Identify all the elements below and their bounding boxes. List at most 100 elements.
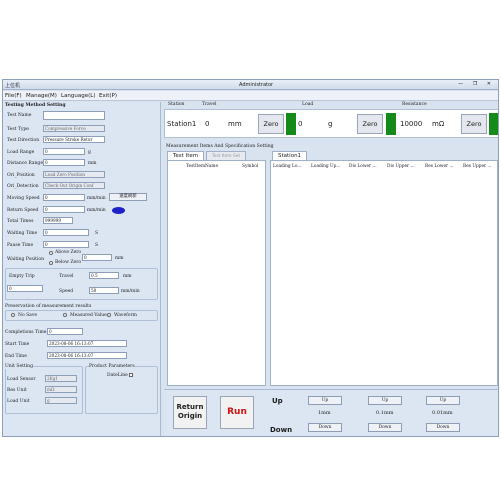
moving-speed-input[interactable]: 0 [43,194,85,201]
tab-station1[interactable]: Station1 [272,151,308,160]
speed-input[interactable]: 50 [89,287,119,294]
step-0.1mm-label: 0.1mm [376,410,394,416]
control-bar: Return Origin Run Up Down Up 1mm Down Up… [164,389,498,436]
load-zero-button[interactable]: Zero [357,114,383,134]
station-header: Station Travel Load Resistance [164,102,498,108]
down-label: Down [270,426,293,434]
waveform-label: Waveform [114,313,137,318]
menu-file[interactable]: File(F) [5,93,22,99]
above-zero-label: Above Zero [55,250,82,255]
tab-test-item-set[interactable]: Test Item Set [206,151,247,160]
waveform-radio[interactable] [107,313,111,317]
step-1mm-label: 1mm [318,410,331,416]
test-type-select[interactable]: Compressive Force [43,125,105,132]
distance-range-input[interactable]: 0 [43,159,85,166]
measured-value-radio[interactable] [63,313,67,317]
travel-label: Travel [59,274,74,279]
menu-manage[interactable]: Manage(M) [26,93,57,99]
window-controls[interactable]: — ❐ ✕ [458,81,495,87]
test-item-list: TestItemName Symbol [167,160,266,386]
travel-unit: mm [123,274,132,279]
pause-time-label: Pause Time [7,243,34,248]
col-res-upper: Res Upper ... [463,164,492,169]
section-title: Testing Method Setting [5,103,66,108]
jog-down-0.1mm-button[interactable]: Down [368,423,402,432]
load-value: 0 [298,120,303,128]
load-range-label: Load Range [7,150,35,155]
start-time-input[interactable]: 2023-08-06 16:13:07 [47,340,127,347]
jog-up-1mm-button[interactable]: Up [308,396,342,405]
window-title: Administrator [239,82,274,88]
main-window: 上位机 Administrator — ❐ ✕ File(F) Manage(M… [2,79,499,437]
empty-trip-input[interactable]: 0 [7,285,43,292]
load-status-indicator [386,113,396,135]
test-name-input[interactable] [43,111,105,120]
return-origin-button[interactable]: Return Origin [173,396,207,429]
distance-range-label: Distance Range [7,161,43,166]
header-load: Load [302,102,314,107]
waiting-position-input[interactable]: 0 [82,254,112,261]
speed-label: Speed [59,289,74,294]
menu-language[interactable]: Language(L) [61,93,96,99]
ori-position-label: Ori_Position [7,173,35,178]
refresh-speed-button[interactable]: 速度刷新 [109,193,147,201]
start-time-label: Start Time [5,342,30,347]
resistance-status-indicator [489,113,498,135]
res-unit-label: Res Unit [7,388,27,393]
test-direction-select[interactable]: Pressure Stroke Retur [43,136,105,143]
waiting-time-input[interactable]: 0 [43,229,89,236]
pause-time-unit: S [95,243,99,248]
above-zero-radio[interactable] [49,251,53,255]
resistance-zero-button[interactable]: Zero [461,114,487,134]
distance-range-unit: mm [88,161,97,166]
ori-position-select[interactable]: Load Zero Position [43,171,105,178]
measurement-section-title: Measurement Items And Specification Sett… [166,144,274,149]
below-zero-radio[interactable] [49,261,53,265]
unit-setting-title: Unit Setting [5,364,33,369]
blue-indicator-knob[interactable] [112,207,125,214]
jog-down-0.01mm-button[interactable]: Down [426,423,460,432]
col-symbol: Symbol [242,164,259,169]
run-button[interactable]: Run [220,396,254,429]
preservation-title: Preservation of measurement results [5,304,92,309]
jog-down-1mm-button[interactable]: Down [308,423,342,432]
title-bar: 上位机 Administrator — ❐ ✕ [3,80,498,90]
load-unit: g [328,120,333,128]
load-sensor-select[interactable]: 2Kgf [45,375,77,382]
resistance-unit: mΩ [432,120,445,128]
test-type-label: Test Type [7,127,29,132]
col-res-lower: Res Lower ... [425,164,454,169]
no-save-radio[interactable] [11,313,15,317]
end-time-input[interactable]: 2023-08-06 16:13:07 [47,352,127,359]
menu-exit[interactable]: Exit(P) [99,93,117,99]
moving-speed-unit: mm/min [87,196,106,201]
end-time-label: End Time [5,354,27,359]
header-travel: Travel [202,102,217,107]
load-range-input[interactable]: 0 [43,148,85,155]
resistance-value: 10000 [400,120,423,128]
travel-input[interactable]: 0.5 [89,272,119,279]
jog-up-0.1mm-button[interactable]: Up [368,396,402,405]
pause-time-input[interactable]: 0 [43,241,89,248]
up-label: Up [272,397,283,405]
res-unit-select[interactable]: mΩ [45,386,77,393]
return-speed-input[interactable]: 0 [43,206,85,213]
total-times-input[interactable]: 999999 [43,217,73,224]
total-times-label: Total Times [7,219,34,224]
app-icon-label: 上位机 [5,83,21,89]
dateline-label: DateLine [107,373,128,378]
col-dis-upper: Dis Upper ... [387,164,415,169]
dateline-checkbox[interactable] [129,373,133,377]
waiting-position-label: Waiting Position [7,257,44,262]
return-speed-label: Return Speed [7,208,39,213]
main-panel: Station Travel Load Resistance Station1 … [164,102,498,436]
jog-up-0.01mm-button[interactable]: Up [426,396,460,405]
col-loading-upper: Loading Up... [311,164,341,169]
speed-unit: mm/min [121,289,140,294]
completions-time-input[interactable]: 0 [47,328,83,335]
travel-zero-button[interactable]: Zero [258,114,284,134]
load-unit-select[interactable]: g [45,397,77,404]
product-params-title: Product Parameters [89,364,135,369]
ori-detection-select[interactable]: Check Out Origin Conf [43,182,105,189]
tab-test-item[interactable]: Test Item [167,151,205,160]
